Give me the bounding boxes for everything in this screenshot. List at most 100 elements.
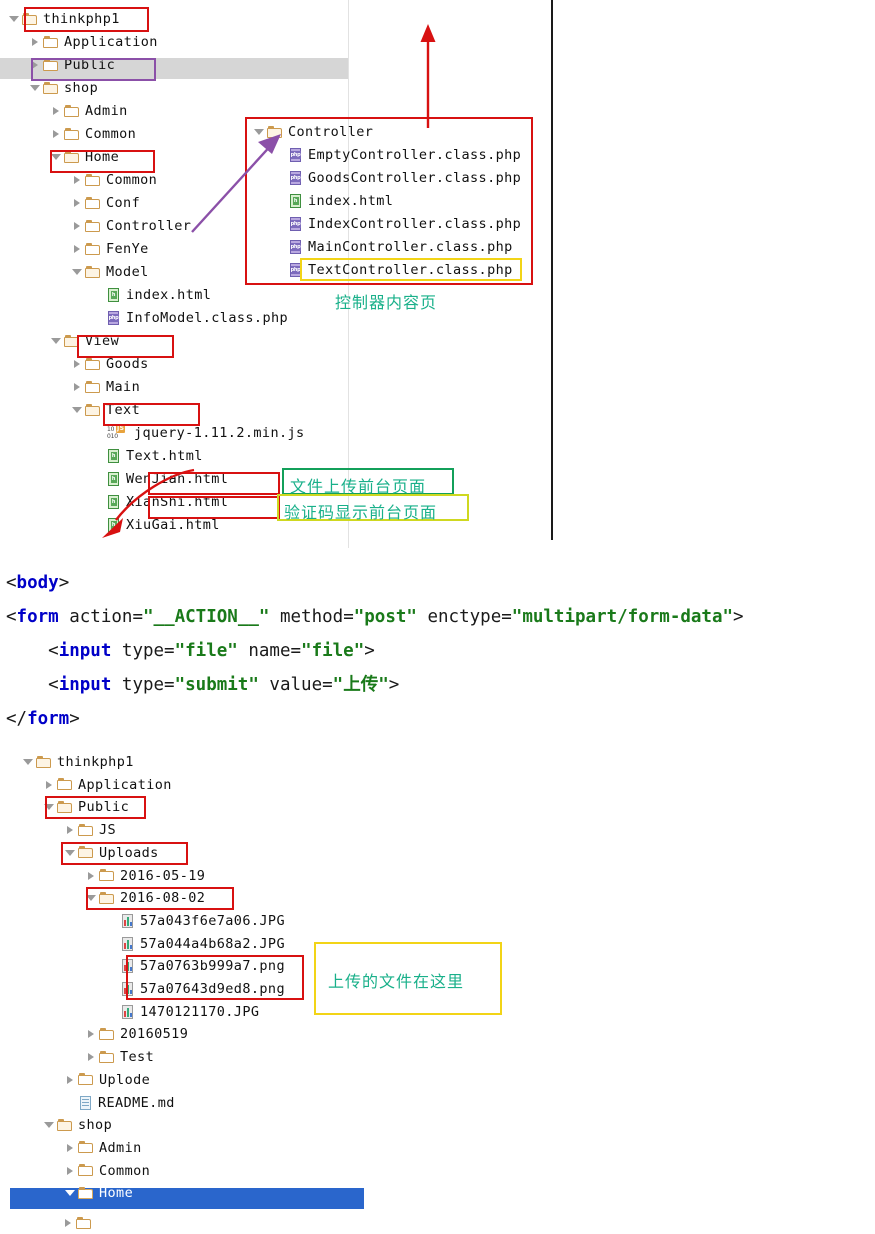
- tree-row-label: 57a043f6e7a06.JPG: [140, 912, 285, 929]
- chevron-right-icon[interactable]: [85, 1023, 98, 1045]
- tree-row[interactable]: Model: [71, 261, 149, 283]
- chevron-down-icon[interactable]: [71, 261, 84, 283]
- tree-row[interactable]: shop: [43, 1114, 112, 1136]
- no-chevron: [106, 1001, 119, 1023]
- tree-row-label: Admin: [85, 103, 128, 119]
- folder-icon: [78, 1073, 95, 1086]
- folder-icon: [64, 127, 81, 141]
- tree-row-label: thinkphp1: [57, 754, 134, 770]
- image-file-icon: [121, 1004, 135, 1020]
- tree-row[interactable]: Admin: [64, 1137, 142, 1159]
- highlight-box-uploaded-files: [126, 955, 304, 1000]
- tree-row-label: 20160519: [120, 1026, 189, 1043]
- chevron-right-icon[interactable]: [71, 192, 84, 214]
- chevron-right-icon[interactable]: [71, 376, 84, 398]
- no-chevron: [106, 955, 119, 977]
- markdown-file-icon: [79, 1095, 93, 1111]
- tree-row[interactable]: JS: [64, 819, 116, 841]
- tree-row-label: InfoModel.class.php: [126, 310, 289, 326]
- chevron-right-icon[interactable]: [43, 774, 56, 796]
- tree-row-label: 57a044a4b68a2.JPG: [140, 935, 285, 952]
- tree-row-label: index.html: [126, 287, 212, 303]
- tree-row[interactable]: php InfoModel.class.php: [92, 307, 288, 329]
- image-file-icon: [121, 913, 135, 929]
- tree-row[interactable]: Conf: [71, 192, 140, 214]
- tree-row[interactable]: Admin: [50, 100, 128, 122]
- tree-row-label: Common: [85, 126, 137, 142]
- chevron-down-icon[interactable]: [22, 751, 35, 773]
- red-up-arrow: [420, 24, 436, 128]
- folder-icon: [57, 778, 74, 791]
- highlight-box-home: [50, 150, 155, 173]
- tree-row[interactable]: 57a044a4b68a2.JPG: [106, 933, 285, 955]
- tree-row[interactable]: Application: [43, 774, 172, 796]
- tree-row-label: 2016-05-19: [120, 867, 206, 884]
- code-line: </form>: [6, 709, 80, 729]
- chevron-right-icon[interactable]: [62, 1212, 75, 1234]
- no-chevron: [106, 933, 119, 955]
- tree-row[interactable]: Application: [29, 31, 158, 53]
- folder-icon: [57, 1118, 74, 1132]
- folder-icon: [76, 1216, 93, 1230]
- no-chevron: [64, 1092, 77, 1114]
- no-chevron: [106, 910, 119, 932]
- controller-caption: 控制器内容页: [335, 293, 438, 312]
- highlight-box-public: [31, 58, 156, 81]
- php-file-icon: php: [107, 310, 121, 326]
- folder-icon: [64, 104, 81, 118]
- purple-connector-arrow: [191, 134, 281, 233]
- chevron-down-icon[interactable]: [64, 1182, 77, 1204]
- panel-divider-dark: [551, 0, 553, 540]
- xianshi-caption: 验证码显示前台页面: [284, 503, 438, 522]
- tree-row[interactable]: 2016-05-19: [85, 865, 205, 887]
- highlight-box-text: [103, 403, 200, 426]
- folder-icon: [85, 357, 102, 371]
- chevron-down-icon[interactable]: [71, 399, 84, 421]
- tree-row[interactable]: FenYe: [71, 238, 149, 260]
- highlight-box-view: [77, 335, 174, 358]
- highlight-box-date-folder: [86, 887, 234, 910]
- tree-row-label: Home: [99, 1185, 134, 1202]
- tree-row[interactable]: thinkphp1: [22, 751, 134, 773]
- tree-row[interactable]: h index.html: [92, 284, 211, 306]
- chevron-right-icon[interactable]: [50, 100, 63, 122]
- chevron-right-icon[interactable]: [64, 1137, 77, 1159]
- tree-row-label: Uplode: [99, 1071, 151, 1088]
- javascript-file-icon: 10 010 JS: [107, 425, 126, 440]
- html-file-icon: h: [107, 287, 121, 303]
- chevron-down-icon[interactable]: [43, 1114, 56, 1136]
- chevron-right-icon[interactable]: [85, 865, 98, 887]
- tree-row[interactable]: 20160519: [85, 1023, 188, 1045]
- chevron-down-icon[interactable]: [8, 8, 21, 30]
- folder-icon: [99, 1027, 116, 1041]
- chevron-right-icon[interactable]: [71, 215, 84, 237]
- tree-row[interactable]: README.md: [64, 1092, 175, 1114]
- tree-row[interactable]: Common: [64, 1160, 150, 1182]
- chevron-right-icon[interactable]: [50, 123, 63, 145]
- tree-row[interactable]: Home: [64, 1182, 133, 1204]
- tree-row[interactable]: 1470121170.JPG: [106, 1001, 259, 1023]
- folder-icon: [43, 81, 60, 95]
- chevron-right-icon[interactable]: [64, 1069, 77, 1091]
- tree-row[interactable]: 57a043f6e7a06.JPG: [106, 910, 285, 932]
- highlight-box-public-bottom: [45, 796, 146, 819]
- tree-row-label: Application: [64, 34, 158, 50]
- chevron-right-icon[interactable]: [29, 31, 42, 53]
- code-line: <body>: [6, 573, 70, 593]
- chevron-down-icon[interactable]: [50, 330, 63, 352]
- tree-row-label: Test: [120, 1049, 155, 1066]
- chevron-right-icon[interactable]: [64, 819, 77, 841]
- folder-icon: [85, 403, 102, 417]
- tree-row[interactable]: Uplode: [64, 1069, 150, 1091]
- tree-row[interactable]: Controller: [71, 215, 191, 237]
- tree-row[interactable]: Main: [71, 376, 140, 398]
- tree-row-label: JS: [99, 822, 117, 839]
- tree-row[interactable]: Common: [50, 123, 136, 145]
- tree-row-label: README.md: [98, 1094, 175, 1111]
- tree-row-partial[interactable]: [0, 1212, 97, 1234]
- folder-icon: [78, 1164, 95, 1177]
- chevron-right-icon[interactable]: [85, 1046, 98, 1068]
- tree-row[interactable]: Test: [85, 1046, 154, 1068]
- chevron-right-icon[interactable]: [71, 238, 84, 260]
- chevron-right-icon[interactable]: [64, 1160, 77, 1182]
